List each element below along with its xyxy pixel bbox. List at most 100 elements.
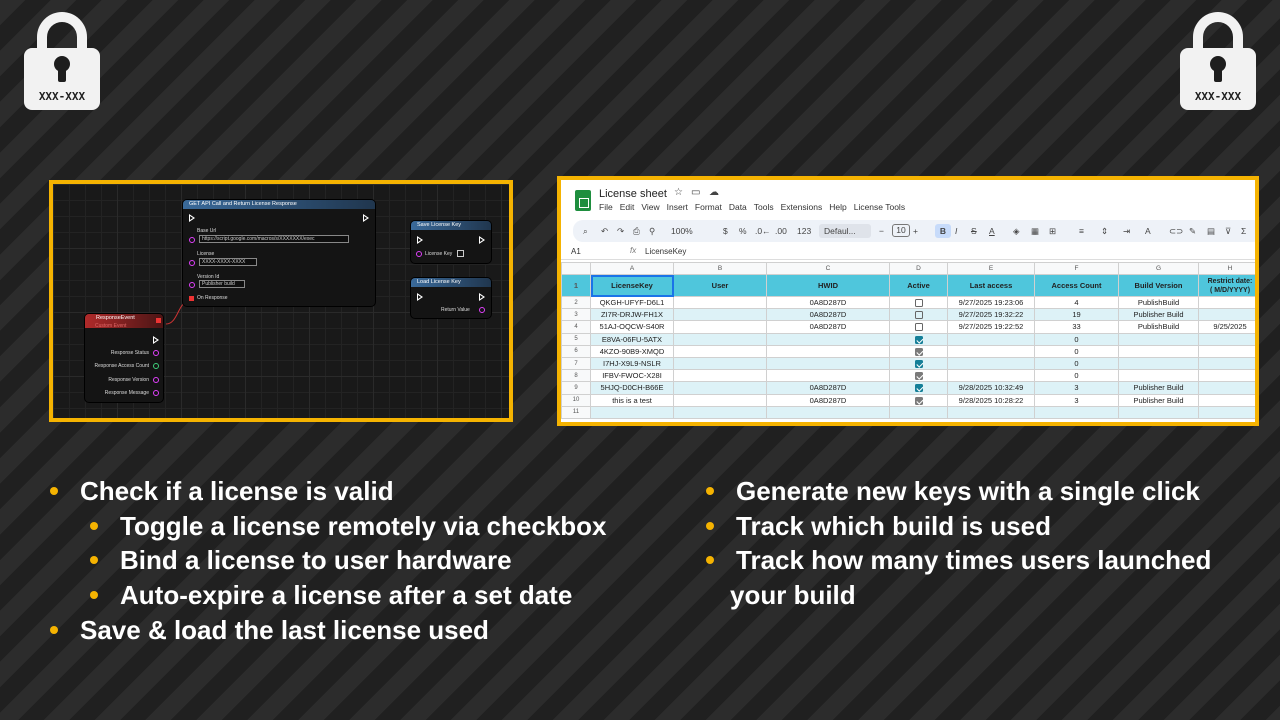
cell-hwid[interactable]	[766, 405, 890, 419]
cell-last-access[interactable]: 9/27/2025 19:23:06	[947, 295, 1035, 310]
menu-view[interactable]: View	[641, 202, 659, 212]
exec-out-pin[interactable]	[479, 236, 485, 244]
cell-restrict-date[interactable]	[1198, 295, 1255, 310]
cell-restrict-date[interactable]	[1198, 356, 1255, 371]
corner-cell[interactable]	[561, 262, 591, 275]
insert-comment-icon[interactable]: ✎	[1189, 224, 1196, 238]
exec-in-pin[interactable]	[417, 293, 423, 301]
font-size-decrease-icon[interactable]: −	[879, 224, 884, 238]
cell-user[interactable]	[673, 308, 767, 322]
active-checkbox[interactable]	[914, 360, 923, 369]
cell-user[interactable]	[673, 344, 767, 358]
cell-restrict-date[interactable]	[1198, 405, 1255, 419]
column-header[interactable]: B	[673, 262, 767, 275]
cell-access-count[interactable]: 3	[1034, 393, 1119, 407]
cell-last-access[interactable]: 9/28/2025 10:32:49	[947, 381, 1035, 395]
header-cell-access-count[interactable]: Access Count	[1034, 274, 1119, 297]
delegate-out-pin[interactable]	[156, 318, 161, 323]
header-cell-hwid[interactable]: HWID	[766, 274, 890, 297]
version-pin[interactable]	[189, 282, 195, 288]
response-message-pin[interactable]	[153, 390, 159, 396]
folder-icon[interactable]: ▭	[691, 187, 700, 198]
cell-build-version[interactable]	[1118, 405, 1199, 419]
response-status-pin[interactable]	[153, 350, 159, 356]
vertical-align-icon[interactable]: ⇕	[1101, 224, 1108, 238]
exec-out-pin[interactable]	[479, 293, 485, 301]
cell-license-key[interactable]: 4KZO-90B9-XMQD	[590, 344, 674, 358]
cell-access-count[interactable]: 0	[1034, 356, 1119, 371]
cell-build-version[interactable]	[1118, 332, 1199, 346]
cell-build-version[interactable]: PublishBuild	[1118, 320, 1199, 334]
cell-user[interactable]	[673, 381, 767, 395]
cell-access-count[interactable]: 0	[1034, 369, 1119, 383]
functions-icon[interactable]: Σ	[1241, 224, 1246, 238]
cell-last-access[interactable]: 9/27/2025 19:22:52	[947, 320, 1035, 334]
increase-decimal-button[interactable]: .00	[775, 224, 787, 238]
cell-access-count[interactable]	[1034, 405, 1119, 419]
cell-active[interactable]	[889, 295, 948, 310]
cell-hwid[interactable]	[766, 369, 890, 383]
cell-restrict-date[interactable]	[1198, 344, 1255, 358]
menu-license-tools[interactable]: License Tools	[854, 202, 905, 212]
active-checkbox[interactable]	[914, 311, 923, 320]
column-header[interactable]: D	[889, 262, 948, 275]
filter-icon[interactable]: ⊽	[1225, 224, 1231, 238]
column-header[interactable]: E	[947, 262, 1035, 275]
cell-user[interactable]	[673, 295, 767, 310]
cell-license-key[interactable]: I7HJ-X9L9-NSLR	[590, 356, 674, 371]
cell-hwid[interactable]: 0A8D287D	[766, 393, 890, 407]
row-number[interactable]: 8	[561, 369, 591, 383]
cell-license-key[interactable]: IFBV-FWOC-X28I	[590, 369, 674, 383]
cell-license-key[interactable]: 5HJQ-D0CH-B66E	[590, 381, 674, 395]
menu-insert[interactable]: Insert	[667, 202, 688, 212]
menu-help[interactable]: Help	[829, 202, 846, 212]
header-cell-restrict-date[interactable]: Restrict date: ( M/D/YYYY)	[1198, 274, 1255, 297]
cell-access-count[interactable]: 33	[1034, 320, 1119, 334]
cell-last-access[interactable]	[947, 405, 1035, 419]
license-pin[interactable]	[189, 260, 195, 266]
menu-data[interactable]: Data	[729, 202, 747, 212]
cell-user[interactable]	[673, 356, 767, 371]
column-header[interactable]: G	[1118, 262, 1199, 275]
column-header[interactable]: F	[1034, 262, 1119, 275]
active-checkbox[interactable]	[914, 372, 923, 381]
exec-out-pin[interactable]	[363, 214, 369, 222]
column-header[interactable]: A	[590, 262, 674, 275]
font-select[interactable]: Defaul...	[819, 224, 871, 238]
response-version-pin[interactable]	[153, 377, 159, 383]
insert-link-icon[interactable]: ⊂⊃	[1169, 224, 1183, 238]
cell-restrict-date[interactable]	[1198, 308, 1255, 322]
row-number[interactable]: 2	[561, 295, 591, 310]
cell-active[interactable]	[889, 393, 948, 407]
header-cell-licensekey[interactable]: LicenseKey	[590, 274, 674, 297]
number-format-button[interactable]: 123	[797, 224, 811, 238]
response-access-count-pin[interactable]	[153, 363, 159, 369]
percent-button[interactable]: %	[739, 224, 747, 238]
menu-edit[interactable]: Edit	[620, 202, 635, 212]
cell-restrict-date[interactable]	[1198, 369, 1255, 383]
cell-active[interactable]	[889, 405, 948, 419]
cell-build-version[interactable]: Publisher Build	[1118, 381, 1199, 395]
horizontal-align-icon[interactable]: ≡	[1079, 224, 1084, 238]
exec-out-pin[interactable]	[153, 336, 159, 344]
borders-icon[interactable]: ▦	[1031, 224, 1039, 238]
menu-file[interactable]: File	[599, 202, 613, 212]
cell-build-version[interactable]	[1118, 369, 1199, 383]
version-field[interactable]: Publisher build	[199, 280, 245, 288]
row-number[interactable]: 4	[561, 320, 591, 334]
cell-active[interactable]	[889, 369, 948, 383]
italic-button[interactable]: I	[955, 224, 957, 238]
cell-license-key[interactable]	[590, 405, 674, 419]
cell-build-version[interactable]	[1118, 356, 1199, 371]
cell-active[interactable]	[889, 344, 948, 358]
cloud-icon[interactable]: ☁	[709, 187, 719, 198]
row-number[interactable]: 6	[561, 344, 591, 358]
header-cell-user[interactable]: User	[673, 274, 767, 297]
cell-last-access[interactable]	[947, 332, 1035, 346]
strikethrough-icon[interactable]: S	[971, 224, 977, 238]
cell-last-access[interactable]: 9/27/2025 19:32:22	[947, 308, 1035, 322]
redo-icon[interactable]: ↷	[617, 224, 624, 238]
save-license-node[interactable]: Save License Key License Key	[411, 221, 491, 263]
cell-build-version[interactable]: Publisher Build	[1118, 308, 1199, 322]
base-url-field[interactable]: https://script.google.com/macros/s/XXXXX…	[199, 235, 349, 243]
